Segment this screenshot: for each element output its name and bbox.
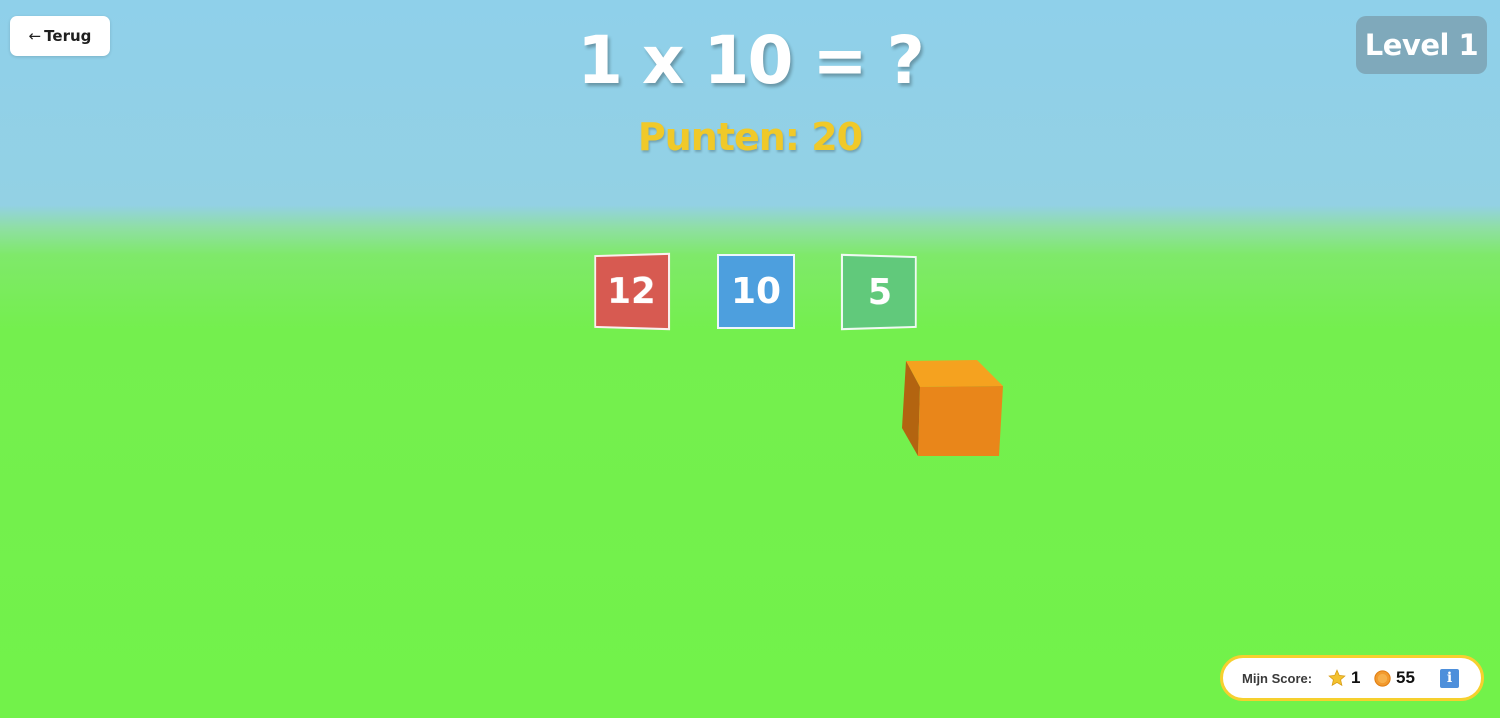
level-badge: Level 1 xyxy=(1356,16,1487,74)
player-cube-top xyxy=(906,360,1003,387)
answer-block-3[interactable]: 5 xyxy=(840,253,917,331)
info-button[interactable]: i xyxy=(1440,668,1459,688)
player-cube[interactable] xyxy=(900,358,1006,458)
points-display: Punten: 20 xyxy=(637,115,863,159)
coins-count: 55 xyxy=(1396,668,1415,687)
coins-stat: 55 xyxy=(1374,668,1440,688)
score-label: Mijn Score: xyxy=(1242,670,1313,686)
coin-icon xyxy=(1374,669,1391,687)
info-icon: i xyxy=(1446,670,1453,686)
answer-block-2[interactable]: 10 xyxy=(717,254,795,329)
star-icon xyxy=(1328,669,1346,687)
player-cube-front xyxy=(918,386,1003,456)
score-panel: Mijn Score: 1 55 i xyxy=(1220,655,1484,701)
stars-count: 1 xyxy=(1351,668,1361,687)
question-text: 1 x 10 = ? xyxy=(577,22,925,99)
stars-stat: 1 xyxy=(1328,668,1374,688)
answer-block-1[interactable]: 12 xyxy=(594,252,671,331)
